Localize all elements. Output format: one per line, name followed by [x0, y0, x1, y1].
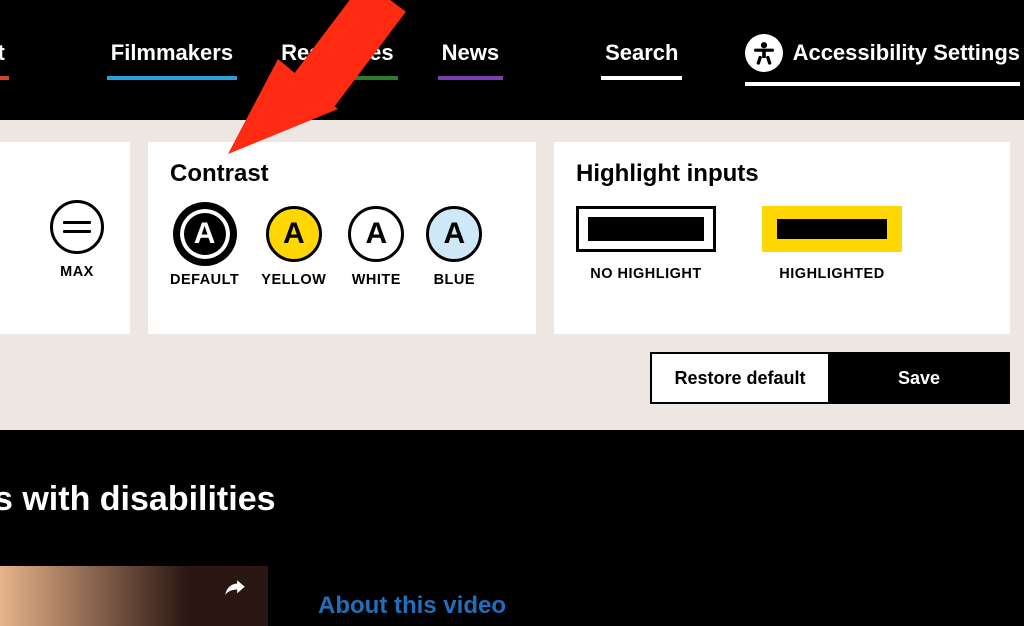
top-nav: ut Filmmakers Resources News Search — [0, 0, 1024, 120]
nav-underline — [0, 76, 9, 80]
panel-buttons: Restore default Save — [650, 352, 1010, 404]
nav-item-news[interactable]: News — [438, 32, 503, 88]
nav-item-filmmakers[interactable]: Filmmakers — [107, 32, 237, 88]
nav-underline — [438, 76, 503, 80]
highlight-option-highlighted[interactable]: HIGHLIGHTED — [762, 206, 902, 282]
option-label: HIGHLIGHTED — [779, 266, 884, 282]
nav-item-about[interactable]: ut — [0, 32, 9, 88]
contrast-option-blue[interactable]: A BLUE — [426, 206, 482, 288]
max-icon — [50, 200, 104, 254]
accessibility-icon — [745, 34, 783, 72]
highlighted-swatch-icon — [762, 206, 902, 252]
headline-fragment: s with disabilities — [0, 480, 276, 519]
option-label: YELLOW — [261, 272, 326, 288]
contrast-swatch-blue-icon: A — [426, 206, 482, 262]
settings-card-contrast: Contrast A DEFAULT A YELLOW A WHITE A BL… — [148, 142, 536, 334]
option-max[interactable]: MAX — [50, 200, 104, 280]
nav-item-search[interactable]: Search — [601, 32, 682, 88]
no-highlight-swatch-icon — [576, 206, 716, 252]
nav-underline — [601, 76, 682, 80]
settings-card-partial: MAX — [0, 142, 130, 334]
accessibility-settings-panel: MAX Contrast A DEFAULT A YELLOW A WHITE — [0, 120, 1024, 430]
option-label: MAX — [60, 264, 94, 280]
nav-item-resources[interactable]: Resources — [277, 32, 398, 88]
option-label: NO HIGHLIGHT — [590, 266, 702, 282]
about-this-video-heading: About this video — [318, 592, 506, 620]
option-label: BLUE — [434, 272, 475, 288]
share-icon[interactable] — [222, 577, 248, 610]
card-title: Contrast — [170, 160, 514, 188]
button-label: Restore default — [674, 368, 805, 389]
contrast-swatch-white-icon: A — [348, 206, 404, 262]
save-button[interactable]: Save — [830, 352, 1010, 404]
nav-underline — [745, 82, 1020, 86]
contrast-swatch-yellow-icon: A — [266, 206, 322, 262]
nav-label: ut — [0, 40, 5, 65]
restore-default-button[interactable]: Restore default — [650, 352, 830, 404]
contrast-option-default[interactable]: A DEFAULT — [170, 206, 239, 288]
accessibility-settings-link[interactable]: Accessibility Settings — [745, 26, 1020, 94]
accessibility-settings-label: Accessibility Settings — [793, 40, 1020, 66]
button-label: Save — [898, 368, 940, 389]
nav-label: News — [442, 40, 499, 65]
settings-card-highlight: Highlight inputs NO HIGHLIGHT HIGHLIGHTE… — [554, 142, 1010, 334]
lower-section: s with disabilities About this video — [0, 430, 1024, 626]
nav-underline — [277, 76, 398, 80]
card-title: Highlight inputs — [576, 160, 988, 188]
contrast-option-white[interactable]: A WHITE — [348, 206, 404, 288]
nav-underline — [107, 76, 237, 80]
option-label: WHITE — [352, 272, 401, 288]
nav-label: Search — [605, 40, 678, 65]
nav-label: Filmmakers — [111, 40, 233, 65]
contrast-swatch-default-icon: A — [177, 206, 233, 262]
contrast-option-yellow[interactable]: A YELLOW — [261, 206, 326, 288]
option-label: DEFAULT — [170, 272, 239, 288]
highlight-option-none[interactable]: NO HIGHLIGHT — [576, 206, 716, 282]
nav-label: Resources — [281, 40, 394, 65]
